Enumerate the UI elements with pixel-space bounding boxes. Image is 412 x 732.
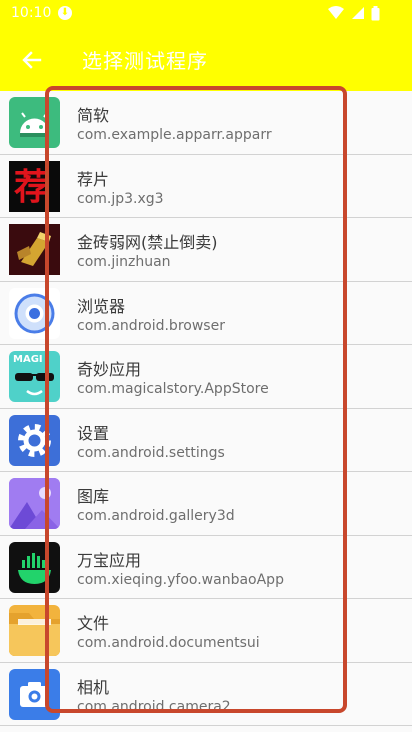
- list-item[interactable]: 文件 com.android.documentsui: [0, 599, 412, 663]
- app-name: 万宝应用: [77, 550, 142, 570]
- wifi-icon: [328, 6, 345, 19]
- folder-icon: [9, 605, 60, 656]
- list-item[interactable]: 荐 荐片 com.jp3.xg3: [0, 155, 412, 218]
- signal-icon: [351, 7, 364, 19]
- icon-text: MAGI: [13, 354, 43, 365]
- app-list: 简软 com.example.apparr.apparr 荐 荐片 com.jp…: [0, 91, 412, 726]
- list-item[interactable]: 万宝应用 com.xieqing.yfoo.wanbaoApp: [0, 536, 412, 599]
- app-name: 金砖弱网(禁止倒卖): [77, 233, 218, 252]
- app-package: com.android.camera2: [77, 698, 231, 715]
- app-name: 图库: [77, 487, 110, 506]
- list-item[interactable]: 简软 com.example.apparr.apparr: [0, 91, 412, 155]
- battery-icon: [371, 5, 380, 20]
- list-item[interactable]: 设置 com.android.settings: [0, 409, 412, 472]
- app-package: com.android.documentsui: [77, 635, 260, 651]
- icon-text: 荐: [14, 165, 51, 208]
- magic-app-icon: MAGI: [9, 351, 60, 402]
- list-item[interactable]: 浏览器 com.android.browser: [0, 282, 412, 345]
- app-package: com.xieqing.yfoo.wanbaoApp: [77, 571, 284, 588]
- wanbao-icon: [9, 541, 60, 593]
- list-item[interactable]: MAGI 奇妙应用 com.magicalstory.AppStore: [0, 345, 412, 409]
- app-name: 文件: [77, 614, 110, 633]
- app-name: 奇妙应用: [77, 360, 142, 379]
- app-name: 简软: [77, 106, 110, 125]
- status-time: 10:10: [11, 5, 52, 21]
- app-package: com.android.browser: [77, 317, 225, 334]
- app-name: 浏览器: [77, 296, 126, 316]
- app-package: com.jp3.xg3: [77, 190, 164, 207]
- jianpian-icon: 荐: [9, 160, 60, 212]
- app-bar: 10:10 ⬇ 选择测试程序: [0, 0, 412, 91]
- back-button[interactable]: [14, 44, 50, 76]
- gallery-icon: [9, 478, 60, 529]
- gold-brick-icon: [9, 224, 60, 275]
- list-item[interactable]: 金砖弱网(禁止倒卖) com.jinzhuan: [0, 218, 412, 282]
- app-package: com.jinzhuan: [77, 254, 171, 270]
- app-name: 相机: [77, 677, 110, 697]
- android-robot-icon: [9, 97, 60, 148]
- list-item[interactable]: 图库 com.android.gallery3d: [0, 472, 412, 536]
- camera-icon: [9, 668, 60, 720]
- list-item[interactable]: 相机 com.android.camera2: [0, 663, 412, 726]
- app-name: 荐片: [77, 169, 110, 189]
- page-title: 选择测试程序: [82, 49, 208, 73]
- settings-gear-icon: [9, 414, 60, 466]
- arrow-left-icon: [22, 51, 42, 69]
- app-package: com.magicalstory.AppStore: [77, 381, 269, 397]
- app-package: com.android.settings: [77, 444, 225, 461]
- status-bar: 10:10 ⬇: [0, 0, 412, 28]
- browser-icon: [9, 287, 60, 339]
- app-name: 设置: [77, 423, 110, 443]
- status-icons: [326, 5, 380, 21]
- download-icon: ⬇: [58, 6, 72, 20]
- app-package: com.example.apparr.apparr: [77, 127, 272, 143]
- app-package: com.android.gallery3d: [77, 508, 235, 524]
